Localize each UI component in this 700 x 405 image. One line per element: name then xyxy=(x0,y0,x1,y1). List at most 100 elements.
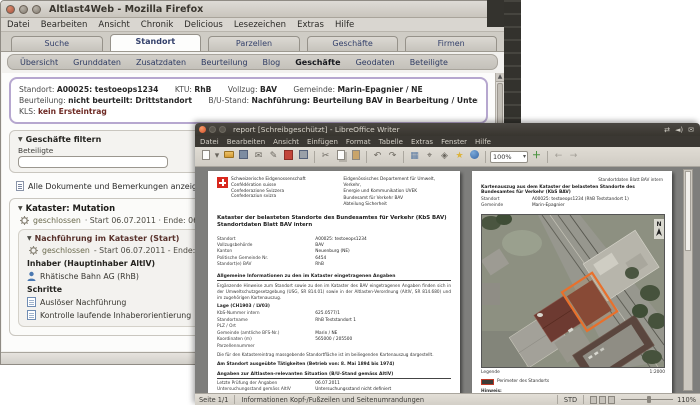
maximize-icon[interactable] xyxy=(219,126,226,133)
paste-icon[interactable] xyxy=(349,150,362,163)
menu-ansicht[interactable]: Ansicht xyxy=(273,138,299,146)
kls-value: kein Ersteintrag xyxy=(38,107,107,116)
scrollbar-thumb[interactable] xyxy=(685,171,691,251)
gallery-icon[interactable]: ★ xyxy=(453,150,466,163)
menu-delicious[interactable]: Delicious xyxy=(184,20,223,30)
edit-icon[interactable]: ✎ xyxy=(267,150,280,163)
gemeinde-value: Marin-Epagnier / NE xyxy=(337,85,423,94)
single-page-view-icon[interactable] xyxy=(590,395,598,404)
tab-geschaefte[interactable]: Geschäfte xyxy=(306,36,399,51)
forward-icon[interactable]: → xyxy=(567,150,580,163)
person-icon xyxy=(27,271,36,281)
menu-extras[interactable]: Extras xyxy=(411,138,433,146)
selection-mode[interactable]: STD xyxy=(564,396,577,404)
info-line-2: Beurteilung: nicht beurteilt: Drittstand… xyxy=(19,96,478,105)
dropdown-icon[interactable]: ▾ xyxy=(214,150,220,163)
menu-einfuegen[interactable]: Einfügen xyxy=(307,138,338,146)
multi-page-view-icon[interactable] xyxy=(599,395,607,404)
document-page-left: Schweizerische Eidgenossenschaft Confédé… xyxy=(208,171,460,393)
menu-format[interactable]: Format xyxy=(346,138,371,146)
kls-label: KLS: xyxy=(19,107,36,116)
menu-bearbeiten[interactable]: Bearbeiten xyxy=(41,20,88,30)
mail-icon[interactable]: ✉ xyxy=(688,126,694,134)
confederation-lines: Schweizerische Eidgenossenschaft Confédé… xyxy=(231,177,306,200)
add-icon[interactable]: ＋ xyxy=(530,150,543,163)
subnav-grunddaten[interactable]: Grunddaten xyxy=(73,58,121,67)
libreoffice-toolbar: ▾ ✉ ✎ ✂ ↶ ↷ ▦ ⌖ ◈ ★ 100% ＋ ← → xyxy=(195,147,700,167)
email-icon[interactable]: ✉ xyxy=(252,150,265,163)
save-icon[interactable] xyxy=(237,150,250,163)
bu-stand-value: Nachführung: Beurteilung BAV in Bearbeit… xyxy=(251,96,478,105)
navigator-icon[interactable]: ◈ xyxy=(438,150,451,163)
libreoffice-titlebar[interactable]: report [Schreibgeschützt] - LibreOffice … xyxy=(195,123,700,136)
menu-fenster[interactable]: Fenster xyxy=(441,138,467,146)
book-view-icon[interactable] xyxy=(608,395,616,404)
undo-icon[interactable]: ↶ xyxy=(371,150,384,163)
toolbar-separator xyxy=(403,150,404,163)
map-meta-row: Legende 1:2000 xyxy=(481,370,665,375)
subnav-blog[interactable]: Blog xyxy=(263,58,281,67)
tab-suche[interactable]: Suche xyxy=(11,36,103,51)
documents-link[interactable]: Alle Dokumente und Bemerkungen anzeigen xyxy=(28,182,207,191)
beteiligte-input[interactable] xyxy=(18,156,168,168)
firefox-titlebar[interactable]: Altlast4Web - Mozilla Firefox xyxy=(1,1,504,18)
subnav-zusatzdaten[interactable]: Zusatzdaten xyxy=(136,58,186,67)
menu-hilfe[interactable]: Hilfe xyxy=(335,20,354,30)
new-document-icon[interactable] xyxy=(199,150,212,163)
chevron-down-icon: ▼ xyxy=(18,136,23,143)
help-icon[interactable] xyxy=(468,150,481,163)
find-icon[interactable]: ⌖ xyxy=(423,150,436,163)
step-label[interactable]: Auslöser Nachführung xyxy=(40,298,126,307)
zoom-slider-knob[interactable] xyxy=(647,396,652,403)
section-heading: Allgemeine Informationen zu den im Katas… xyxy=(217,274,451,281)
sub-navigation: Übersicht Grunddaten Zusatzdaten Beurtei… xyxy=(7,54,498,70)
menu-datei[interactable]: Datei xyxy=(7,20,30,30)
menu-tabelle[interactable]: Tabelle xyxy=(379,138,403,146)
document-title: Kataster der belasteten Standorte des Bu… xyxy=(217,214,447,229)
subnav-beurteilung[interactable]: Beurteilung xyxy=(201,58,248,67)
tab-parzellen[interactable]: Parzellen xyxy=(208,36,300,51)
table-icon[interactable]: ▦ xyxy=(408,150,421,163)
network-icon[interactable]: ⇄ xyxy=(664,126,670,134)
export-pdf-icon[interactable] xyxy=(282,150,295,163)
scroll-up-icon[interactable]: ▲ xyxy=(496,73,504,82)
close-icon[interactable] xyxy=(6,4,15,14)
open-icon[interactable] xyxy=(222,150,235,163)
statusbar-separator xyxy=(583,395,585,404)
tab-standort[interactable]: Standort xyxy=(109,34,202,51)
redo-icon[interactable]: ↷ xyxy=(386,150,399,163)
legend-label: Legende xyxy=(481,369,500,375)
step-label[interactable]: Kontrolle laufende Inhaberorientierung xyxy=(40,311,191,320)
menu-bearbeiten[interactable]: Bearbeiten xyxy=(227,138,265,146)
menu-hilfe[interactable]: Hilfe xyxy=(475,138,491,146)
nachfuehrung-title: Nachführung im Kataster (Start) xyxy=(34,234,180,243)
menu-chronik[interactable]: Chronik xyxy=(141,20,174,30)
tab-firmen[interactable]: Firmen xyxy=(405,36,497,51)
zoom-combo[interactable]: 100% xyxy=(490,150,528,163)
zoom-percent[interactable]: 110% xyxy=(677,396,696,404)
cut-icon[interactable]: ✂ xyxy=(319,150,332,163)
menu-datei[interactable]: Datei xyxy=(200,138,219,146)
subnav-geodaten[interactable]: Geodaten xyxy=(356,58,395,67)
sound-icon[interactable]: ◄) xyxy=(675,126,683,134)
menu-extras[interactable]: Extras xyxy=(297,20,324,30)
inhaber-name[interactable]: Rhätische Bahn AG (RhB) xyxy=(40,272,139,281)
minimize-icon[interactable] xyxy=(19,4,28,14)
copy-icon[interactable] xyxy=(334,150,347,163)
subnav-beteiligte[interactable]: Beteiligte xyxy=(410,58,448,67)
toolbar-separator xyxy=(314,150,315,163)
zoom-slider[interactable] xyxy=(621,396,674,403)
menu-lesezeichen[interactable]: Lesezeichen xyxy=(234,20,286,30)
chevron-down-icon: ▼ xyxy=(27,235,32,242)
back-icon[interactable]: ← xyxy=(552,150,565,163)
libreoffice-scrollbar[interactable] xyxy=(683,169,693,391)
standort-label: Standort: xyxy=(19,85,55,94)
minimize-icon[interactable] xyxy=(209,126,216,133)
subnav-geschaefte[interactable]: Geschäfte xyxy=(295,58,340,67)
subnav-uebersicht[interactable]: Übersicht xyxy=(20,58,58,67)
menu-ansicht[interactable]: Ansicht xyxy=(98,20,129,30)
close-icon[interactable] xyxy=(199,126,206,133)
status-state: geschlossen xyxy=(42,246,90,255)
maximize-icon[interactable] xyxy=(32,4,41,14)
print-icon[interactable] xyxy=(297,150,310,163)
